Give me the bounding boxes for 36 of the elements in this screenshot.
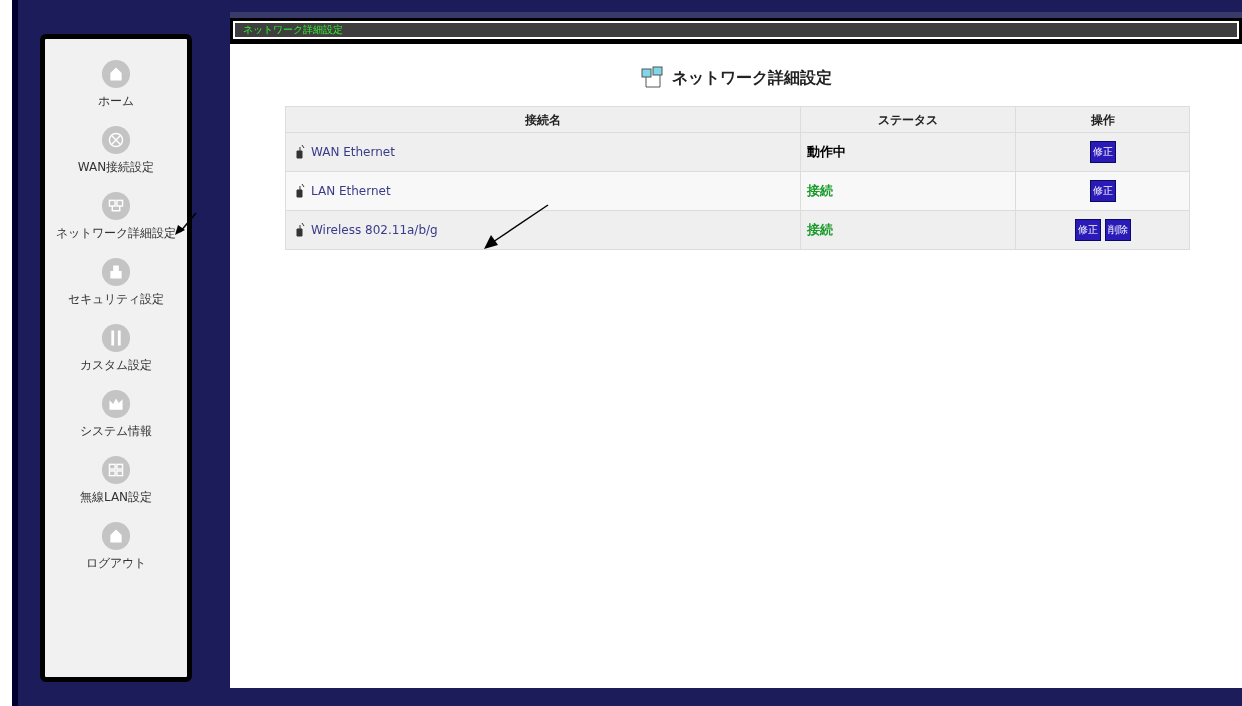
sidebar-item[interactable]: ホーム [98, 59, 134, 117]
connection-link[interactable]: LAN Ethernet [311, 182, 391, 200]
column-header: 操作 [1015, 106, 1190, 133]
menu-icon [101, 59, 131, 89]
sidebar-item[interactable]: 無線LAN設定 [79, 455, 153, 513]
connection-link[interactable]: Wireless 802.11a/b/g [311, 221, 438, 239]
connection-link[interactable]: WAN Ethernet [311, 143, 395, 161]
sidebar-item[interactable]: ネットワーク詳細設定 [56, 191, 176, 249]
action-button[interactable]: 修正 [1089, 141, 1116, 163]
sidebar-item[interactable]: WAN接続設定 [77, 125, 155, 183]
network-icon [640, 66, 666, 90]
column-header: 接続名 [285, 106, 801, 133]
action-button[interactable]: 削除 [1104, 219, 1131, 241]
sidebar-item[interactable]: システム情報 [80, 389, 152, 447]
sidebar-item[interactable]: ログアウト [86, 521, 146, 579]
status-text: 接続 [807, 222, 833, 238]
menu-icon [101, 455, 131, 485]
pointer-arrow [483, 204, 549, 250]
action-button[interactable]: 修正 [1089, 180, 1116, 202]
column-header: ステータス [800, 106, 1016, 133]
menu-icon [101, 323, 131, 353]
menu-icon [101, 389, 131, 419]
action-button[interactable]: 修正 [1074, 219, 1101, 241]
plug-icon [296, 184, 305, 198]
sidebar-item[interactable]: カスタム設定 [80, 323, 152, 381]
panel-title: ネットワーク詳細設定 [243, 25, 343, 35]
menu-icon [101, 521, 131, 551]
menu-icon [101, 191, 131, 221]
plug-icon [296, 223, 305, 237]
status-text: 動作中 [807, 144, 846, 160]
sidebar-item[interactable]: セキュリティ設定 [68, 257, 164, 315]
status-text: 接続 [807, 183, 833, 199]
menu-icon [101, 257, 131, 287]
page-heading: ネットワーク詳細設定 [672, 67, 832, 89]
menu-icon [101, 125, 131, 155]
plug-icon [296, 145, 305, 159]
